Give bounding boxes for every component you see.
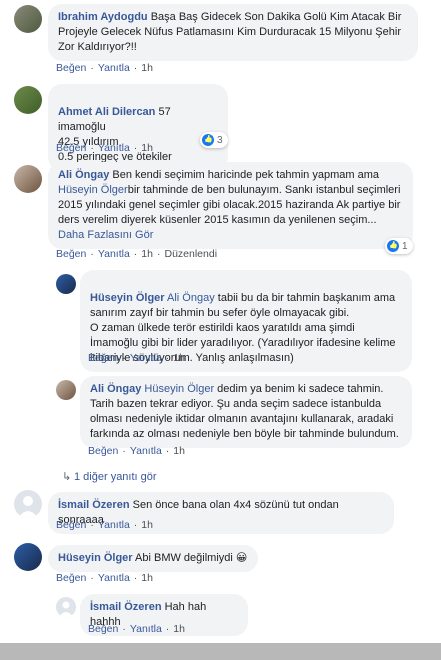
bottom-bar [0,643,441,660]
commenter-name[interactable]: İsmail Özeren [90,601,162,613]
avatar[interactable] [14,490,42,518]
comment-text: Abi BMW değilmiydi 😀 [135,552,248,564]
more-replies-link[interactable]: ↳ 1 diğer yanıtı gör [62,470,157,483]
like-button[interactable]: Beğen [56,62,86,74]
like-button[interactable]: Beğen [88,352,118,364]
comment-actions: Beğen · Yanıtla · 1h [56,572,153,584]
mention-link[interactable]: Ali Öngay [167,292,215,304]
avatar[interactable] [14,86,42,114]
avatar[interactable] [14,165,42,193]
avatar[interactable] [56,274,76,294]
timestamp[interactable]: 1h [141,142,153,154]
comment-bubble: Hüseyin Ölger Abi BMW değilmiydi 😀 [48,545,258,572]
commenter-name[interactable]: Ahmet Ali Dilercan [58,106,155,118]
reaction-count[interactable]: 1 [385,238,413,254]
commenter-name[interactable]: Hüseyin Ölger [90,292,165,304]
like-button[interactable]: Beğen [56,519,86,531]
comment-actions: Beğen · Yanıtla · 1h · Düzenlendi [56,248,218,260]
timestamp[interactable]: 1h [141,62,153,74]
like-button[interactable]: Beğen [88,623,118,635]
mention-link[interactable]: Hüseyin Ölger [144,383,214,395]
reaction-count[interactable]: 3 [200,132,228,148]
reply-button[interactable]: Yanıtla [130,352,162,364]
comment-actions: Beğen · Yanıtla · 1h [88,445,185,457]
timestamp[interactable]: 1h [141,572,153,584]
commenter-name[interactable]: Ali Öngay [90,383,141,395]
avatar[interactable] [56,597,76,617]
mention-link[interactable]: Hüseyin Ölger [58,184,128,196]
avatar[interactable] [14,5,42,33]
see-more-link[interactable]: Daha Fazlasını Gör [58,229,153,241]
like-button[interactable]: Beğen [56,142,86,154]
reply-bubble: Ali Öngay Hüseyin Ölger dedim ya benim k… [80,376,412,448]
default-avatar-icon [18,496,38,518]
comment-bubble: Ahmet Ali Dilercan 57 imamoğlu 42.5 yıld… [48,84,228,171]
comment-text: Ben kendi seçimim haricinde pek tahmin y… [112,169,379,181]
default-avatar-icon [59,601,73,617]
comment-actions: Beğen · Yanıtla · 1h [56,519,153,531]
edited-label[interactable]: Düzenlendi [164,248,217,260]
like-button[interactable]: Beğen [88,445,118,457]
comment-actions: Beğen · Yanıtla · 1h [88,352,185,364]
like-icon [387,240,399,252]
avatar[interactable] [14,543,42,571]
comment-actions: Beğen · Yanıtla · 1h [88,623,185,635]
like-button[interactable]: Beğen [56,572,86,584]
timestamp[interactable]: 1h [141,519,153,531]
timestamp[interactable]: 1h [141,248,153,260]
timestamp[interactable]: 1h [173,623,185,635]
reply-button[interactable]: Yanıtla [130,445,162,457]
commenter-name[interactable]: Ali Öngay [58,169,109,181]
reply-button[interactable]: Yanıtla [98,248,130,260]
comment-actions: Beğen · Yanıtla · 1h [56,62,153,74]
like-button[interactable]: Beğen [56,248,86,260]
commenter-name[interactable]: İsmail Özeren [58,499,130,511]
commenter-name[interactable]: Hüseyin Ölger [58,552,133,564]
comment-actions: Beğen · Yanıtla · 1h [56,142,153,154]
comment-bubble: Ali Öngay Ben kendi seçimim haricinde pe… [48,162,413,249]
timestamp[interactable]: 1h [173,352,185,364]
reply-button[interactable]: Yanıtla [98,519,130,531]
like-icon [202,134,214,146]
reply-button[interactable]: Yanıtla [98,142,130,154]
reply-button[interactable]: Yanıtla [98,572,130,584]
timestamp[interactable]: 1h [173,445,185,457]
reply-button[interactable]: Yanıtla [130,623,162,635]
reply-arrow-icon: ↳ [62,471,72,483]
reply-button[interactable]: Yanıtla [98,62,130,74]
comment-bubble: Ibrahim Aydogdu Başa Baş Gidecek Son Dak… [48,4,418,61]
commenter-name[interactable]: Ibrahim Aydogdu [58,11,148,23]
avatar[interactable] [56,380,76,400]
